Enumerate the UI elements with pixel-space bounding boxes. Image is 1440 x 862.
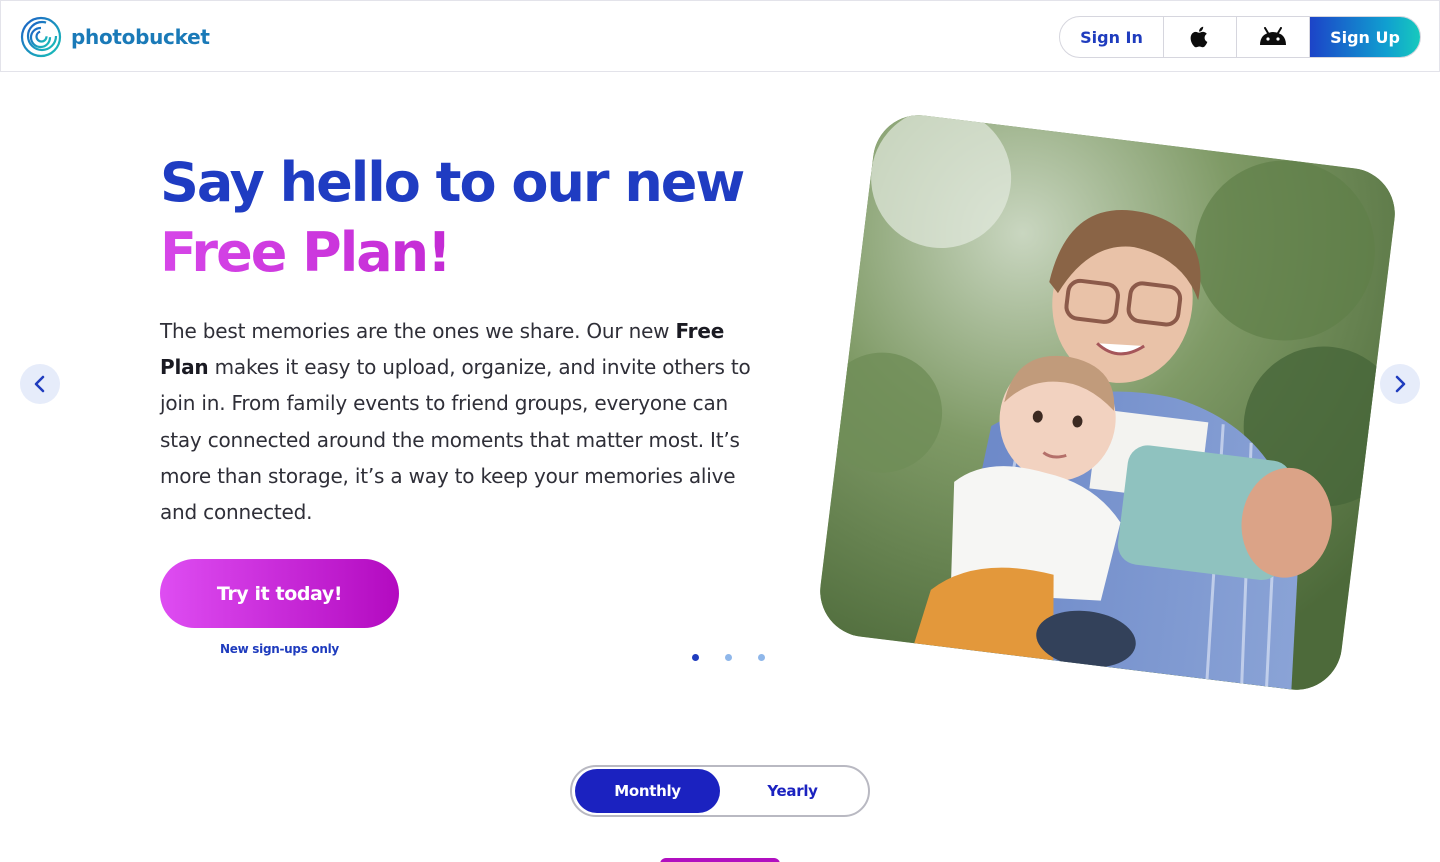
carousel-dots [692, 654, 765, 661]
carousel-dot-1[interactable] [692, 654, 699, 661]
sign-in-button[interactable]: Sign In [1060, 17, 1164, 57]
next-section-button-peek [660, 858, 780, 862]
header-nav: Sign In Sign Up [1059, 16, 1421, 58]
carousel-next-button[interactable] [1380, 364, 1420, 404]
hero-title-highlight: Free Plan! [160, 218, 743, 288]
apple-app-button[interactable] [1164, 17, 1237, 57]
logo-swirl-icon [20, 16, 62, 58]
carousel-prev-button[interactable] [20, 364, 60, 404]
hero-body-intro: The best memories are the ones we share.… [160, 319, 670, 343]
logo-wordmark: photobucket [71, 25, 210, 49]
android-icon [1260, 27, 1286, 45]
carousel-dot-3[interactable] [758, 654, 765, 661]
photobucket-logo[interactable]: photobucket [19, 15, 210, 59]
hero-title: Say hello to our new Free Plan! [160, 148, 745, 288]
hero-body-rest: makes it easy to upload, organize, and i… [160, 355, 751, 525]
cta-footnote: New sign-ups only [220, 642, 339, 656]
carousel-dot-2[interactable] [725, 654, 732, 661]
try-it-today-button[interactable]: Try it today! [160, 559, 399, 628]
monthly-option[interactable]: Monthly [575, 769, 720, 813]
apple-icon [1190, 26, 1208, 48]
chevron-left-icon [34, 375, 45, 393]
site-header: photobucket Sign In Sign Up [0, 0, 1440, 72]
chevron-right-icon [1395, 375, 1406, 393]
mother-baby-selfie-image [814, 109, 1401, 696]
sign-up-button[interactable]: Sign Up [1310, 17, 1420, 57]
hero-title-line1: Say hello to our new [160, 151, 745, 214]
billing-period-toggle: Monthly Yearly [570, 765, 870, 817]
yearly-option[interactable]: Yearly [720, 769, 865, 813]
hero-photo [814, 109, 1401, 696]
android-app-button[interactable] [1237, 17, 1310, 57]
hero-description: The best memories are the ones we share.… [160, 313, 760, 530]
